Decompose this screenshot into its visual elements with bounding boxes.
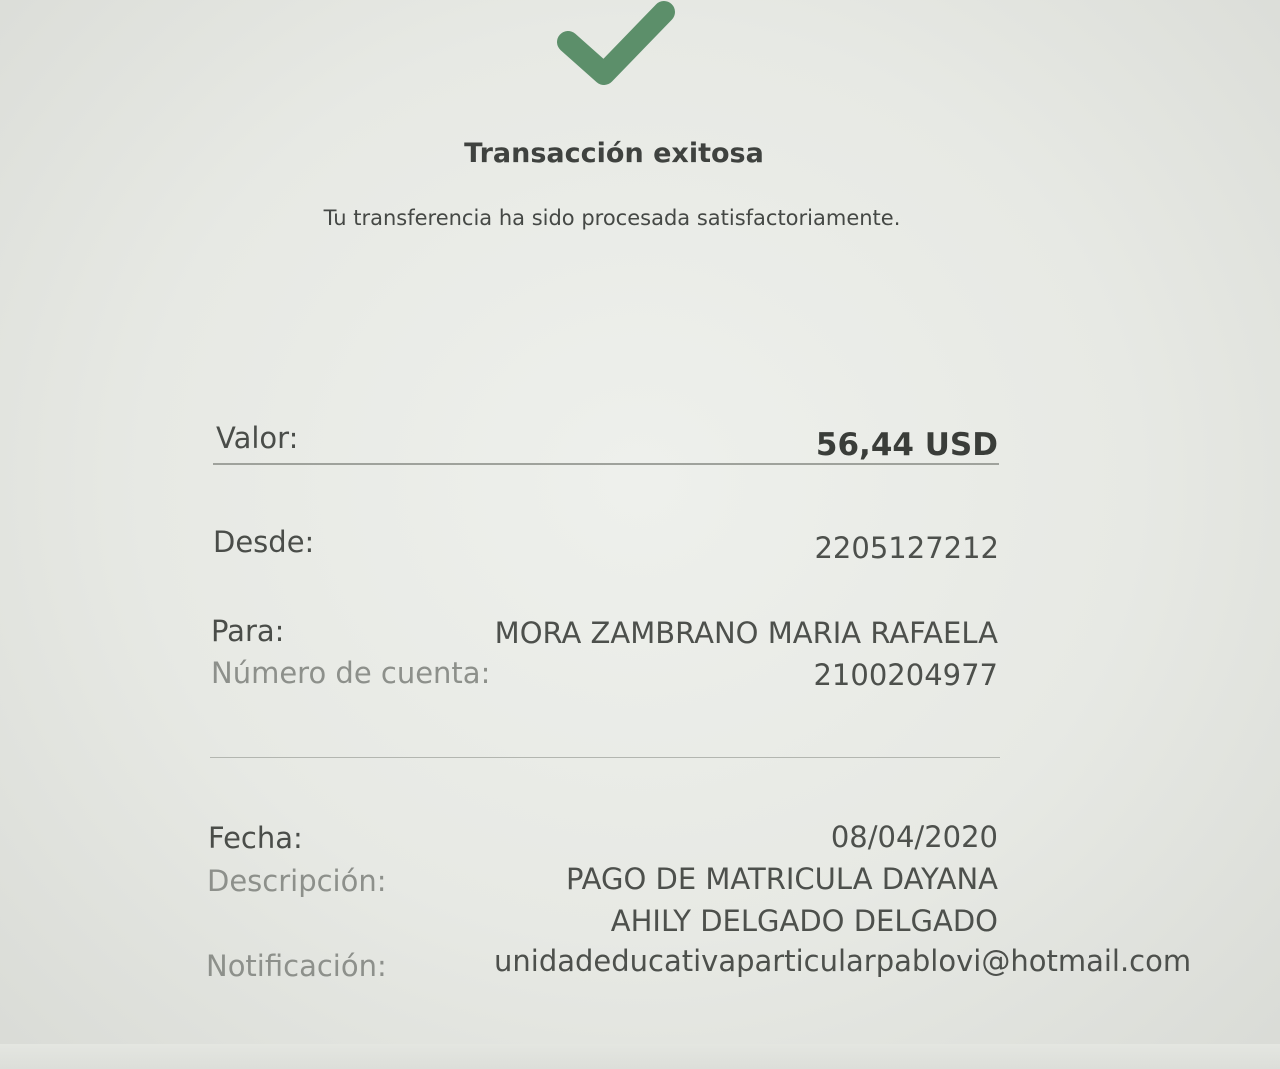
- fecha-value: 08/04/2020: [830, 820, 998, 854]
- transaction-receipt-screen: Transacción exitosa Tu transferencia ha …: [0, 0, 1280, 1069]
- cuenta-label: Número de cuenta:: [211, 656, 491, 690]
- section-divider: [210, 757, 1000, 758]
- valor-label: Valor:: [216, 421, 299, 455]
- para-label: Para:: [211, 614, 285, 648]
- descripcion-line-1: PAGO DE MATRICULA DAYANA: [566, 862, 998, 896]
- descripcion-line-2: AHILY DELGADO DELGADO: [610, 904, 998, 938]
- valor-divider: [213, 463, 999, 465]
- notificacion-value: unidadeducativaparticularpablovi@hotmail…: [494, 944, 1192, 978]
- notificacion-label: Notificación:: [206, 949, 387, 983]
- para-value: MORA ZAMBRANO MARIA RAFAELA: [494, 616, 998, 650]
- checkmark-icon: [557, 1, 675, 85]
- screen-bottom-edge: [0, 1044, 1280, 1069]
- descripcion-label: Descripción:: [207, 864, 387, 898]
- desde-value: 2205127212: [814, 531, 999, 565]
- cuenta-value: 2100204977: [813, 658, 998, 692]
- status-message: Tu transferencia ha sido procesada satis…: [323, 206, 901, 230]
- desde-label: Desde:: [213, 525, 315, 559]
- valor-value: 56,44 USD: [815, 427, 998, 463]
- fecha-label: Fecha:: [208, 821, 303, 855]
- status-title: Transacción exitosa: [464, 138, 764, 169]
